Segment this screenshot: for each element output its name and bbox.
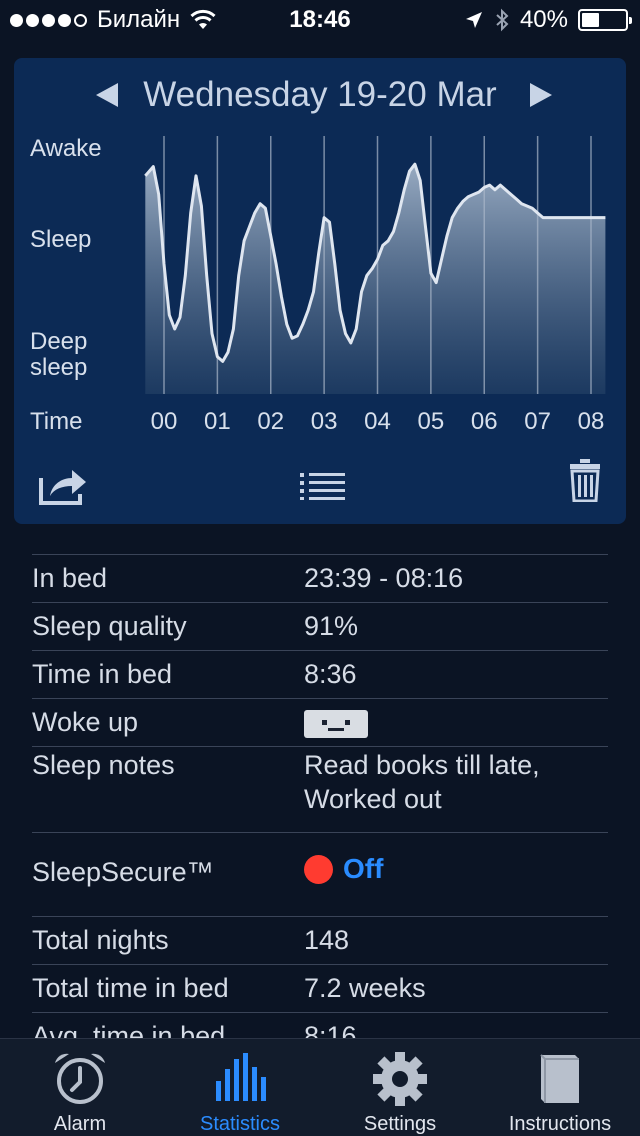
total-nights-label: Total nights	[32, 925, 169, 955]
neutral-face-icon[interactable]	[304, 710, 368, 738]
trash-icon[interactable]	[569, 458, 601, 502]
sleep-graph: 00 01 02 03 04 05 06 07 08	[144, 136, 606, 435]
total-nights-row: Total nights 148	[32, 916, 608, 964]
time-in-bed-label: Time in bed	[32, 659, 173, 689]
total-nights-value: 148	[304, 925, 350, 955]
x-axis-time-label: Time	[30, 408, 83, 435]
sleep-notes-line2: Worked out	[304, 784, 442, 814]
sleep-area	[145, 164, 606, 394]
x-tick-label: 08	[578, 408, 605, 435]
total-time-in-bed-row: Total time in bed 7.2 weeks	[32, 964, 608, 1012]
time-in-bed-value: 8:36	[304, 659, 357, 689]
sleep-quality-label: Sleep quality	[32, 611, 187, 641]
sleep-notes-row[interactable]: Sleep notes Read books till late, Worked…	[32, 746, 608, 832]
x-tick-label: 00	[151, 408, 178, 435]
tab-statistics[interactable]: Statistics	[160, 1039, 320, 1136]
total-time-in-bed-label: Total time in bed	[32, 973, 229, 1003]
battery-percent: 40%	[519, 6, 568, 33]
tab-settings[interactable]: Settings	[320, 1039, 480, 1136]
bluetooth-icon	[496, 8, 509, 32]
tab-instructions-label: Instructions	[508, 1113, 612, 1135]
sleep-quality-value: 91%	[304, 611, 359, 641]
y-label-deep-line1: Deep	[30, 328, 88, 355]
x-tick-label: 07	[524, 408, 551, 435]
x-tick-label: 03	[311, 408, 338, 435]
sleep-notes-label: Sleep notes	[32, 750, 175, 780]
tab-instructions[interactable]: Instructions	[480, 1039, 640, 1136]
x-tick-label: 04	[364, 408, 391, 435]
tab-settings-label: Settings	[363, 1113, 437, 1135]
alarm-clock-icon	[55, 1053, 105, 1104]
tab-alarm-label: Alarm	[53, 1113, 107, 1135]
sleep-secure-label: SleepSecure™	[32, 857, 214, 887]
y-label-sleep: Sleep	[30, 226, 92, 253]
sleep-details-list: In bed 23:39 - 08:16 Sleep quality 91% T…	[32, 554, 608, 1060]
location-arrow-icon	[465, 12, 482, 28]
status-bar: Билайн 18:46 40%	[0, 0, 640, 40]
next-night-arrow-icon[interactable]	[526, 80, 556, 110]
time-in-bed-row: Time in bed 8:36	[32, 650, 608, 698]
chart-date-title: Wednesday 19-20 Mar	[143, 75, 497, 114]
sleep-secure-status-dot	[304, 854, 333, 884]
sleep-secure-row[interactable]: SleepSecure™ Off	[32, 832, 608, 916]
in-bed-value: 23:39 - 08:16	[304, 563, 464, 593]
tab-alarm[interactable]: Alarm	[0, 1039, 160, 1136]
bar-chart-icon	[216, 1053, 266, 1101]
woke-up-label: Woke up	[32, 707, 139, 737]
x-tick-label: 05	[418, 408, 445, 435]
x-tick-label: 06	[471, 408, 498, 435]
x-tick-label: 01	[204, 408, 231, 435]
total-time-in-bed-value: 7.2 weeks	[304, 973, 426, 1003]
sleep-secure-toggle[interactable]: Off	[343, 853, 383, 885]
x-tick-label: 02	[257, 408, 284, 435]
battery-icon	[578, 9, 632, 31]
in-bed-row: In bed 23:39 - 08:16	[32, 554, 608, 602]
in-bed-label: In bed	[32, 563, 108, 593]
previous-night-arrow-icon[interactable]	[92, 80, 122, 110]
sleep-notes-line1: Read books till late,	[304, 750, 540, 780]
gear-icon	[373, 1052, 427, 1106]
woke-up-row[interactable]: Woke up	[32, 698, 608, 746]
book-icon	[540, 1054, 579, 1103]
y-label-deep-line2: sleep	[30, 354, 88, 381]
share-icon[interactable]	[38, 464, 88, 506]
sleep-graph-card: 00 01 02 03 04 05 06 07 08 Wednesday 19-20 Mar A…	[14, 58, 626, 524]
y-label-awake: Awake	[30, 135, 102, 162]
list-view-icon[interactable]	[300, 472, 346, 500]
tab-bar: Alarm Statistics Settings Instructions	[0, 1038, 640, 1136]
sleep-quality-row: Sleep quality 91%	[32, 602, 608, 650]
tab-statistics-label: Statistics	[199, 1113, 281, 1135]
